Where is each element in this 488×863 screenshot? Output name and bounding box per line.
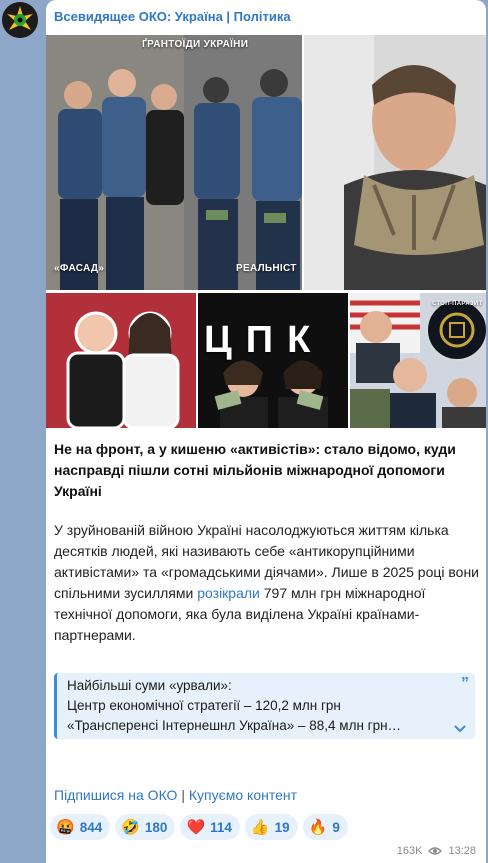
photo4-label: ЦПК	[204, 319, 325, 361]
view-count: 163K	[396, 845, 423, 857]
rofl-face-icon: 🤣	[121, 819, 140, 836]
heart-icon: ❤️	[186, 819, 206, 836]
channel-avatar[interactable]	[2, 2, 38, 38]
angry-face-icon: 🤬	[56, 819, 75, 836]
photo-grantoids-illustration	[46, 35, 302, 290]
eye-icon	[428, 847, 443, 855]
reaction-laugh[interactable]: 🤣 180	[115, 814, 176, 840]
chevron-down-icon[interactable]	[453, 724, 467, 734]
buy-content-link[interactable]: Купуємо контент	[189, 787, 297, 803]
footer-links: Підпишися на ОКО | Купуємо контент	[54, 787, 297, 803]
fire-icon: 🔥	[308, 819, 328, 836]
reaction-angry[interactable]: 🤬 844	[50, 814, 111, 840]
footer-separator: |	[181, 787, 185, 803]
body-link[interactable]: розікрали	[197, 585, 260, 601]
reaction-heart[interactable]: ❤️ 114	[180, 814, 240, 840]
reaction-count: 844	[79, 819, 103, 835]
reaction-count: 19	[274, 819, 290, 835]
photo-man-scarf[interactable]	[304, 35, 486, 290]
reaction-fire[interactable]: 🔥 9	[302, 814, 348, 840]
photo1-left-label: «ФАСАД»	[54, 263, 105, 274]
channel-title[interactable]: Всевидящее ОКО: Україна | Політика	[54, 9, 291, 24]
post-body: У зруйнованій війною Україні насолоджуют…	[54, 520, 480, 646]
quote-line-2: Центр економічної стратегії – 120,2 млн …	[67, 698, 341, 713]
subscribe-link[interactable]: Підпишися на ОКО	[54, 787, 177, 803]
photo-cpk[interactable]: ЦПК	[198, 293, 348, 428]
reaction-count: 180	[144, 819, 168, 835]
message-time: 13:28	[448, 845, 476, 857]
photo-man-scarf-illustration	[304, 35, 486, 290]
photo1-right-label: РЕАЛЬНІСТ	[236, 263, 297, 274]
photo-grantoids[interactable]: ҐРАНТОЇДИ УКРАЇНИ «ФАСАД» РЕАЛЬНІСТ	[46, 35, 302, 290]
quote-mark-icon: ”	[461, 675, 469, 692]
photo1-top-label: ҐРАНТОЇДИ УКРАЇНИ	[142, 39, 249, 50]
reaction-thumbs-up[interactable]: 👍 19	[244, 814, 298, 840]
reactions-bar: 🤬 844 🤣 180 ❤️ 114 👍 19 🔥 9	[50, 814, 348, 840]
thumbs-up-icon: 👍	[250, 819, 270, 836]
quote-line-3: «Трансперенсі Інтернешнл Україна» – 88,4…	[67, 718, 402, 733]
reaction-count: 9	[332, 819, 340, 835]
quote-line-1: Найбільші суми «урвали»:	[67, 678, 232, 693]
photo-collage[interactable]: СТОП-ПАРАЗИТ	[350, 293, 486, 428]
photo-collage-illustration	[350, 293, 486, 428]
message-bubble: Всевидящее ОКО: Україна | Політика ҐРАНТ…	[46, 0, 486, 863]
photo-two-people-illustration	[46, 293, 196, 428]
quote-block[interactable]: Найбільші суми «урвали»: Центр економічн…	[54, 673, 475, 739]
eye-logo-icon	[2, 2, 38, 38]
photo-two-people[interactable]	[46, 293, 196, 428]
post-headline: Не на фронт, а у кишеню «активістів»: ст…	[54, 441, 456, 499]
reaction-count: 114	[210, 819, 232, 835]
photo5-badge-label: СТОП-ПАРАЗИТ	[432, 301, 483, 307]
message-meta: 163K 13:28	[397, 845, 476, 857]
